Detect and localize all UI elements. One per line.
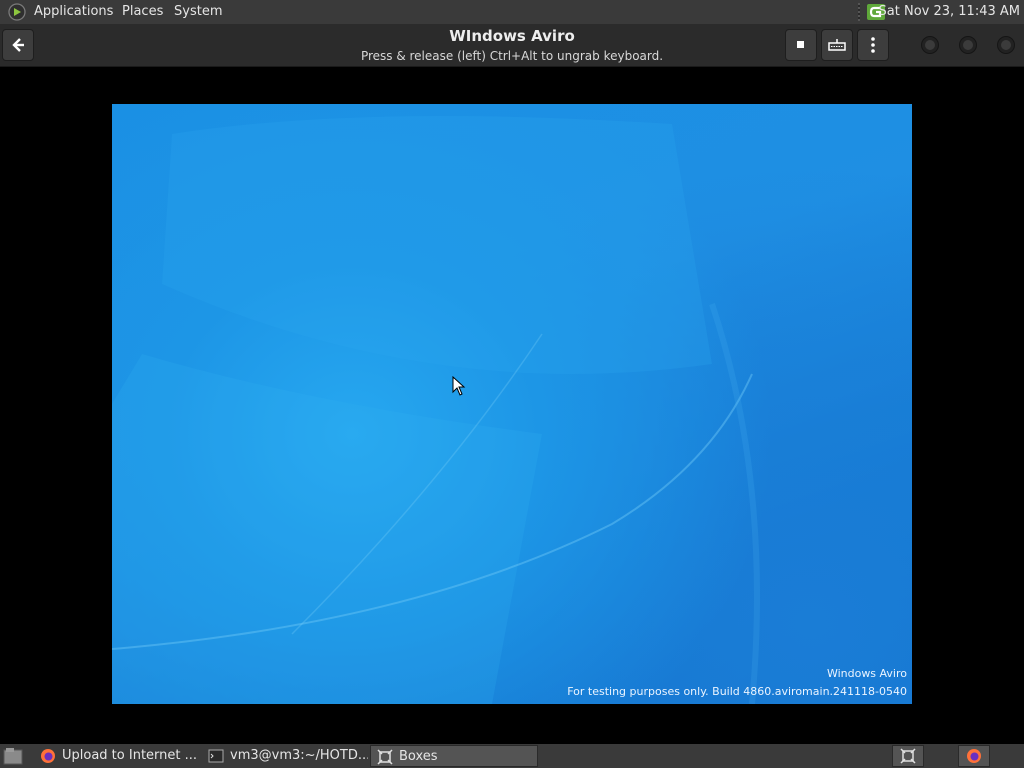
stop-icon xyxy=(797,41,804,48)
watermark-edition: Windows Aviro xyxy=(826,667,907,680)
boxes-icon xyxy=(900,748,916,764)
terminal-icon xyxy=(208,749,224,763)
watermark-build: For testing purposes only. Build 4860.av… xyxy=(567,685,907,698)
taskbar-item-label: Boxes xyxy=(399,749,438,764)
panel-separator xyxy=(858,3,860,21)
taskbar-item[interactable]: Upload to Internet ... xyxy=(34,745,198,767)
firefox-icon xyxy=(41,749,55,763)
mouse-cursor-icon xyxy=(452,376,466,396)
bottom-panel: Upload to Internet ... vm3@vm3:~/HOTD...… xyxy=(0,744,1024,768)
stop-button[interactable] xyxy=(785,29,817,61)
window-header-bar: WIndows Aviro Press & release (left) Ctr… xyxy=(0,24,1024,67)
boxes-icon xyxy=(377,749,393,765)
taskbar-item-label: Upload to Internet ... xyxy=(62,748,198,763)
minimize-button[interactable] xyxy=(921,36,939,54)
desktop-wallpaper xyxy=(112,116,760,704)
applications-menu-icon[interactable] xyxy=(8,3,26,21)
keyboard-button[interactable] xyxy=(821,29,853,61)
menu-system[interactable]: System xyxy=(174,0,222,24)
show-desktop-icon[interactable] xyxy=(3,747,23,765)
taskbar-item-label: vm3@vm3:~/HOTD... xyxy=(230,748,368,763)
workspace-switcher[interactable] xyxy=(892,745,924,767)
menu-places[interactable]: Places xyxy=(122,0,163,24)
firefox-icon xyxy=(967,749,981,763)
menu-button[interactable] xyxy=(857,29,889,61)
clock[interactable]: Sat Nov 23, 11:43 AM xyxy=(879,0,1020,24)
close-button[interactable] xyxy=(997,36,1015,54)
taskbar-item[interactable]: Boxes xyxy=(370,745,538,767)
workspace-switcher[interactable] xyxy=(958,745,990,767)
top-panel: Applications Places System Sat Nov 23, 1… xyxy=(0,0,1024,24)
vm-display[interactable]: Windows Aviro For testing purposes only.… xyxy=(112,104,912,704)
menu-applications[interactable]: Applications xyxy=(34,0,113,24)
kebab-menu-icon xyxy=(871,37,875,53)
os-watermark: Windows Aviro For testing purposes only.… xyxy=(567,665,907,701)
maximize-button[interactable] xyxy=(959,36,977,54)
keyboard-icon xyxy=(828,39,846,51)
taskbar-item[interactable]: vm3@vm3:~/HOTD... xyxy=(202,745,368,767)
